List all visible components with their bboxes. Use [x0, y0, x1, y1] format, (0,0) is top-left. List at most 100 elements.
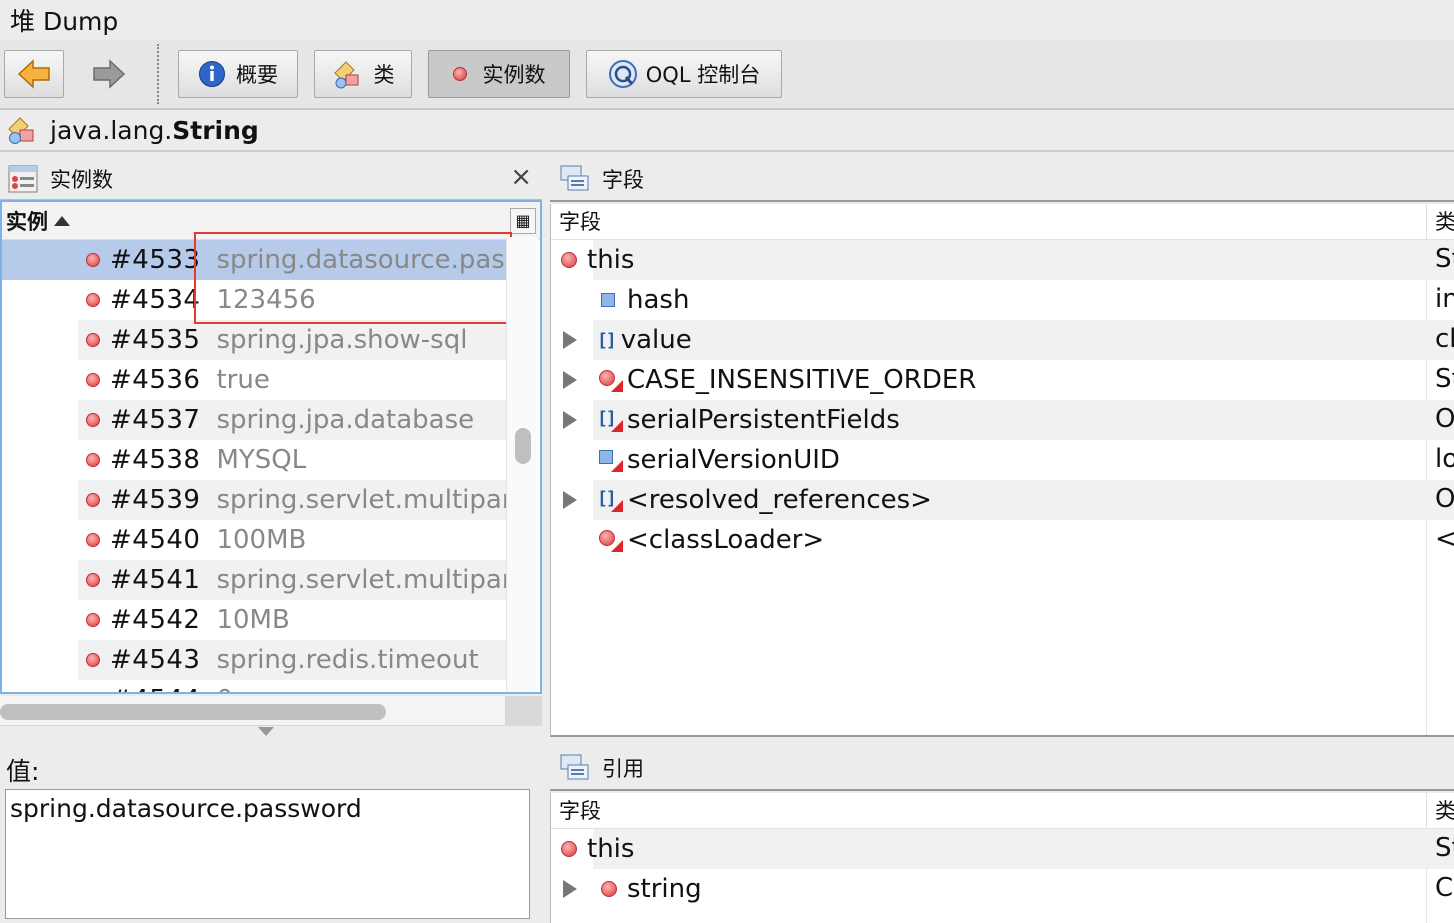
instance-icon — [86, 293, 100, 307]
classes-button[interactable]: 类 — [314, 50, 412, 98]
references-table[interactable]: 字段 类 this St string Co — [550, 793, 1454, 923]
expand-icon[interactable] — [563, 880, 577, 898]
instance-id: #4537 — [110, 405, 201, 435]
fields-row[interactable]: serialVersionUID — [597, 440, 840, 480]
instance-icon — [452, 67, 467, 81]
array-field-icon: [] — [597, 329, 617, 351]
back-button[interactable] — [4, 50, 64, 98]
toolbar: 概要 类 实例数 OQL 控制台 — [0, 40, 1454, 110]
splitter-collapse-icon[interactable] — [258, 727, 274, 736]
close-icon[interactable]: × — [510, 162, 532, 192]
instance-id: #4543 — [110, 645, 201, 675]
fields-name: serialVersionUID — [627, 445, 840, 475]
instance-value: spring.jpa.database — [216, 405, 475, 435]
fields-tree-icon — [560, 165, 589, 191]
fields-name: <classLoader> — [627, 525, 825, 555]
instance-field-icon — [561, 841, 577, 857]
instance-value: 100MB — [216, 525, 307, 555]
fields-type: O — [1435, 484, 1454, 514]
instance-row[interactable]: #4543 spring.redis.timeout — [78, 640, 508, 680]
sort-ascending-icon — [54, 215, 70, 226]
value-text-area[interactable]: spring.datasource.password — [5, 789, 530, 919]
window-title: 堆 Dump — [0, 0, 1454, 40]
instance-row[interactable]: #4537 spring.jpa.database — [78, 400, 508, 440]
instance-row[interactable]: #4538 MYSQL — [78, 440, 508, 480]
instances-column-label: 实例 — [6, 209, 48, 234]
expand-icon[interactable] — [563, 411, 577, 429]
references-type-column-header[interactable]: 类 — [1426, 793, 1454, 829]
instance-row[interactable]: #4535 spring.jpa.show-sql — [78, 320, 508, 360]
references-column-header[interactable]: 字段 — [551, 793, 1454, 829]
fields-panel-title: 字段 — [602, 168, 644, 192]
instance-id: #4542 — [110, 605, 201, 635]
fields-row[interactable]: this — [561, 240, 634, 280]
fields-type-column-header[interactable]: 类 — [1426, 204, 1454, 240]
references-row[interactable]: string — [601, 869, 702, 909]
forward-arrow-icon — [93, 59, 126, 89]
summary-button[interactable]: 概要 — [178, 50, 298, 98]
fields-name: CASE_INSENSITIVE_ORDER — [627, 365, 977, 395]
instance-icon — [86, 693, 100, 694]
class-package: java.lang. — [50, 115, 173, 145]
static-array-field-icon: [] — [597, 488, 623, 512]
scroll-corner — [505, 696, 542, 726]
instance-icon — [86, 453, 100, 467]
fields-column-header[interactable]: 字段 — [551, 204, 1454, 240]
forward-button[interactable] — [78, 50, 140, 98]
instance-id: #4535 — [110, 325, 201, 355]
instance-icon — [86, 653, 100, 667]
classes-button-label: 类 — [373, 63, 395, 87]
instance-icon — [86, 253, 100, 267]
vertical-scrollbar[interactable] — [506, 237, 538, 692]
fields-panel-header: 字段 — [550, 158, 1454, 202]
static-field-icon — [597, 528, 623, 552]
fields-row[interactable]: <classLoader> — [597, 520, 824, 560]
instances-button[interactable]: 实例数 — [428, 50, 570, 98]
expand-icon[interactable] — [563, 331, 577, 349]
instance-value: spring.servlet.multipart. — [216, 485, 508, 515]
fields-type: O — [1435, 404, 1454, 434]
references-panel-header: 引用 — [550, 747, 1454, 791]
instance-icon — [86, 493, 100, 507]
primitive-field-icon — [601, 293, 615, 307]
fields-row[interactable]: [] serialPersistentFields — [597, 400, 900, 440]
instance-id: #4540 — [110, 525, 201, 555]
expand-icon[interactable] — [563, 491, 577, 509]
instance-value: 0 — [216, 685, 233, 692]
fields-row[interactable]: [] <resolved_references> — [597, 480, 932, 520]
fields-row[interactable]: [] value — [597, 320, 692, 360]
instance-row[interactable]: #4541 spring.servlet.multipart. — [78, 560, 508, 600]
static-array-field-icon: [] — [597, 408, 623, 432]
horizontal-scroll-thumb[interactable] — [0, 704, 386, 720]
instance-icon — [86, 413, 100, 427]
fields-type: St — [1435, 244, 1454, 274]
references-type: St — [1435, 833, 1454, 863]
column-chooser-icon[interactable]: ▦ — [510, 208, 536, 234]
fields-type: St — [1435, 364, 1454, 394]
expand-icon[interactable] — [563, 371, 577, 389]
instance-value: true — [216, 365, 270, 395]
instance-row[interactable]: #4540 100MB — [78, 520, 508, 560]
fields-table[interactable]: 字段 类 this St hash in []value ch CASE_INSENSITI… — [550, 204, 1454, 737]
highlight-annotation-box — [194, 232, 512, 324]
fields-type: ch — [1435, 324, 1454, 354]
vertical-scroll-thumb[interactable] — [515, 428, 531, 464]
oql-icon — [608, 60, 637, 88]
fields-row[interactable]: CASE_INSENSITIVE_ORDER — [597, 360, 976, 400]
oql-console-button[interactable]: OQL 控制台 — [586, 50, 782, 98]
references-row[interactable]: this — [561, 829, 634, 869]
instance-row[interactable]: #4544 0 — [78, 680, 508, 694]
instance-row[interactable]: #4539 spring.servlet.multipart. — [78, 480, 508, 520]
instances-button-label: 实例数 — [482, 63, 546, 87]
instance-value: spring.jpa.show-sql — [216, 325, 468, 355]
instances-panel-title: 实例数 — [50, 167, 113, 192]
instance-row[interactable]: #4536 true — [78, 360, 508, 400]
fields-type: in — [1435, 284, 1454, 314]
references-tree-icon — [560, 754, 589, 780]
instance-id: #4539 — [110, 485, 201, 515]
class-breadcrumb: java.lang.String — [0, 110, 1454, 152]
instance-row[interactable]: #4542 10MB — [78, 600, 508, 640]
fields-row[interactable]: hash — [601, 280, 689, 320]
instance-value: spring.servlet.multipart. — [216, 565, 508, 595]
fields-name: <resolved_references> — [627, 485, 932, 515]
